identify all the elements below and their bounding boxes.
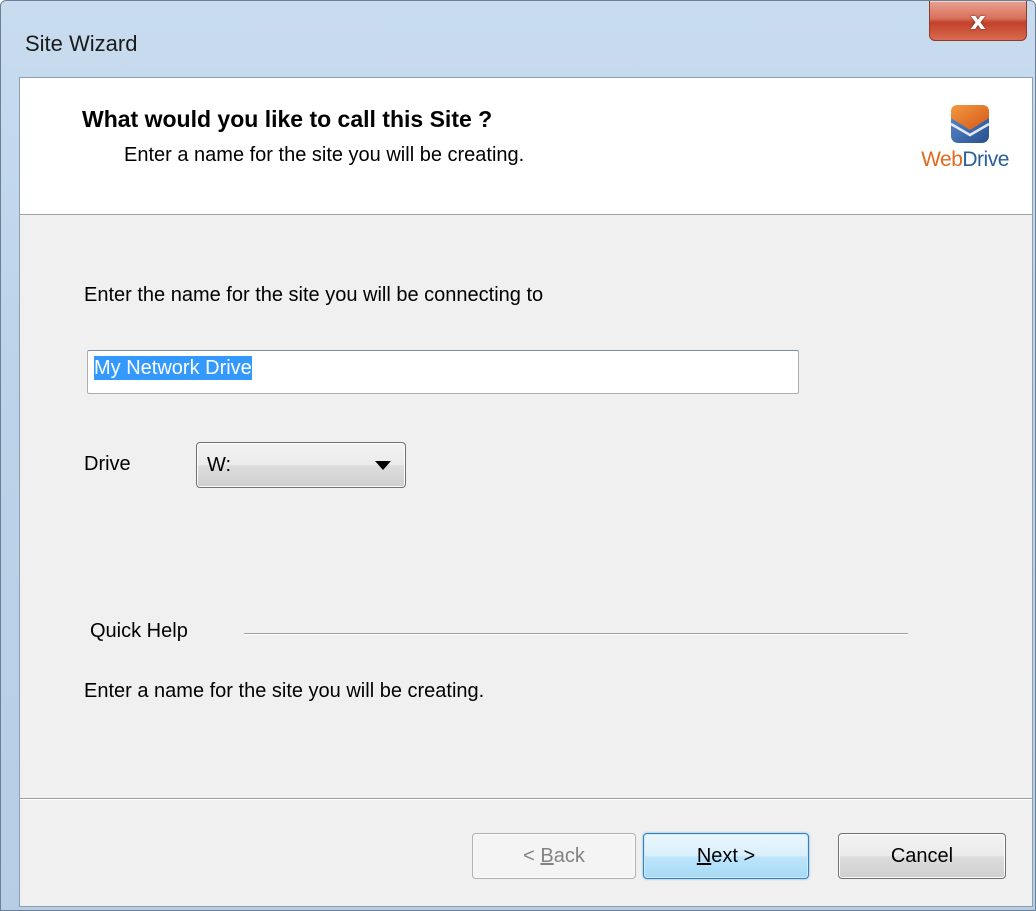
next-button-mnemonic: N [696, 844, 712, 867]
quick-help-text: Enter a name for the site you will be cr… [84, 680, 485, 702]
back-button-prefix: < [523, 844, 541, 867]
site-name-label: Enter the name for the site you will be … [84, 284, 544, 306]
site-wizard-window: Site Wizard x What would you like to cal… [0, 0, 1036, 911]
drive-letter-select[interactable]: W: [196, 442, 406, 488]
logo-text-web: Web [921, 148, 963, 171]
logo-text-drive: Drive [962, 148, 1009, 171]
drive-label: Drive [84, 453, 131, 475]
close-button[interactable]: x [929, 1, 1027, 41]
webdrive-logo-text: WebDrive [906, 148, 1024, 172]
title-bar[interactable]: Site Wizard x [1, 1, 1035, 77]
cancel-button-label: Cancel [890, 844, 954, 867]
cancel-button[interactable]: Cancel [838, 833, 1006, 879]
site-name-value: My Network Drive [94, 356, 252, 380]
chevron-down-icon[interactable] [375, 461, 391, 470]
close-icon: x [970, 6, 986, 35]
next-button-rest: ext > [711, 844, 756, 867]
next-button[interactable]: Next > [643, 833, 809, 879]
window-title: Site Wizard [25, 31, 138, 56]
page-title: What would you like to call this Site ? [82, 106, 493, 132]
wizard-header: What would you like to call this Site ? … [20, 78, 1032, 215]
footer-divider [20, 798, 1032, 800]
site-name-input[interactable]: My Network Drive [87, 350, 799, 394]
back-button[interactable]: < Back [472, 833, 636, 879]
wizard-client-area: What would you like to call this Site ? … [19, 77, 1033, 907]
quick-help-divider [244, 633, 908, 635]
page-subtitle: Enter a name for the site you will be cr… [124, 144, 525, 166]
back-button-rest: ack [553, 844, 585, 867]
back-button-mnemonic: B [540, 844, 554, 867]
webdrive-logo: WebDrive [906, 104, 1024, 184]
quick-help-title: Quick Help [90, 620, 188, 642]
drive-letter-value: W: [207, 454, 232, 476]
webdrive-logo-icon [950, 105, 990, 143]
